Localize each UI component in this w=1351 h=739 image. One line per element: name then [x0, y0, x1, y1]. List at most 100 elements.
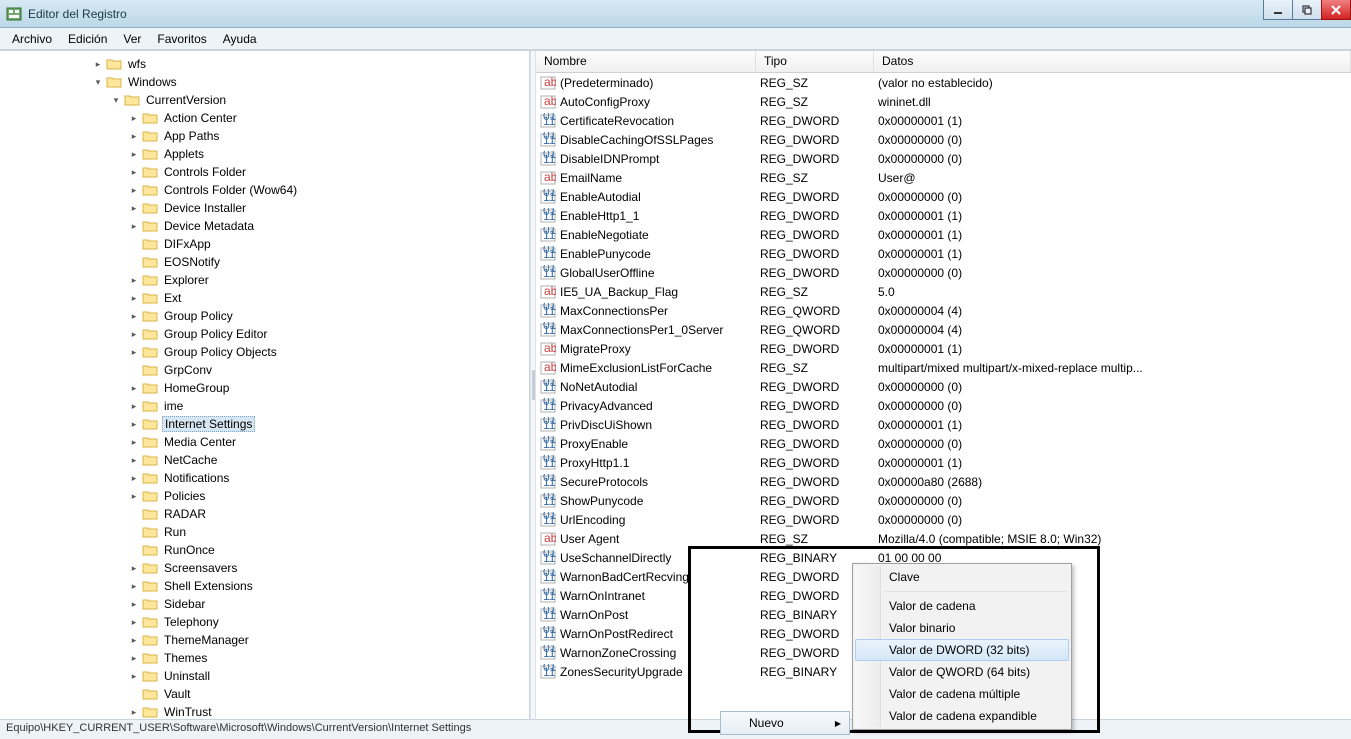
list-row[interactable]: 011110SecureProtocolsREG_DWORD0x00000a80… [536, 472, 1351, 491]
collapse-icon[interactable]: ▾ [108, 92, 124, 108]
tree-item[interactable]: ▸Group Policy [0, 307, 529, 325]
expand-icon[interactable]: ▸ [126, 632, 142, 648]
context-submenu-nuevo[interactable]: Nuevo ▶ [720, 711, 850, 735]
list-row[interactable]: abMimeExclusionListForCacheREG_SZmultipa… [536, 358, 1351, 377]
tree-item[interactable]: ▾CurrentVersion [0, 91, 529, 109]
expand-icon[interactable]: ▸ [126, 488, 142, 504]
tree-item[interactable]: ▸Run [0, 523, 529, 541]
tree-item[interactable]: ▸App Paths [0, 127, 529, 145]
expand-icon[interactable]: ▸ [126, 218, 142, 234]
tree-item[interactable]: ▸Explorer [0, 271, 529, 289]
tree-item[interactable]: ▸EOSNotify [0, 253, 529, 271]
expand-icon[interactable]: ▸ [126, 560, 142, 576]
expand-icon[interactable]: ▸ [126, 704, 142, 719]
tree-item[interactable]: ▸Sidebar [0, 595, 529, 613]
maximize-button[interactable] [1292, 0, 1322, 20]
tree-item[interactable]: ▸wfs [0, 55, 529, 73]
expand-icon[interactable]: ▸ [126, 182, 142, 198]
tree-item[interactable]: ▸DIFxApp [0, 235, 529, 253]
expand-icon[interactable]: ▸ [126, 164, 142, 180]
tree-item[interactable]: ▸Uninstall [0, 667, 529, 685]
tree-item[interactable]: ▸NetCache [0, 451, 529, 469]
list-row[interactable]: 011110NoNetAutodialREG_DWORD0x00000000 (… [536, 377, 1351, 396]
context-menu-item[interactable]: Valor de QWORD (64 bits) [855, 661, 1069, 683]
list-row[interactable]: 011110DisableIDNPromptREG_DWORD0x0000000… [536, 149, 1351, 168]
list-row[interactable]: 011110EnableNegotiateREG_DWORD0x00000001… [536, 225, 1351, 244]
tree-item[interactable]: ▸Controls Folder [0, 163, 529, 181]
tree-item[interactable]: ▸Device Installer [0, 199, 529, 217]
tree-item[interactable]: ▸Policies [0, 487, 529, 505]
menu-ver[interactable]: Ver [115, 30, 149, 48]
list-row[interactable]: 011110EnableAutodialREG_DWORD0x00000000 … [536, 187, 1351, 206]
expand-icon[interactable]: ▸ [126, 200, 142, 216]
expand-icon[interactable]: ▸ [126, 650, 142, 666]
tree-item[interactable]: ▸Applets [0, 145, 529, 163]
context-menu-item[interactable]: Valor binario [855, 617, 1069, 639]
expand-icon[interactable]: ▸ [126, 398, 142, 414]
context-menu[interactable]: ClaveValor de cadenaValor binarioValor d… [852, 563, 1072, 730]
context-menu-item[interactable]: Valor de DWORD (32 bits) [855, 639, 1069, 661]
expand-icon[interactable]: ▸ [126, 614, 142, 630]
expand-icon[interactable]: ▸ [126, 326, 142, 342]
tree-item[interactable]: ▸HomeGroup [0, 379, 529, 397]
list-row[interactable]: 011110UrlEncodingREG_DWORD0x00000000 (0) [536, 510, 1351, 529]
tree-item[interactable]: ▸Notifications [0, 469, 529, 487]
tree-panel[interactable]: ▸wfs▾Windows▾CurrentVersion▸Action Cente… [0, 51, 530, 719]
list-row[interactable]: 011110MaxConnectionsPer1_0ServerREG_QWOR… [536, 320, 1351, 339]
tree-item[interactable]: ▸RunOnce [0, 541, 529, 559]
tree-item[interactable]: ▸Themes [0, 649, 529, 667]
tree-item[interactable]: ▸Media Center [0, 433, 529, 451]
expand-icon[interactable]: ▸ [126, 380, 142, 396]
list-row[interactable]: abEmailNameREG_SZUser@ [536, 168, 1351, 187]
list-row[interactable]: 011110GlobalUserOfflineREG_DWORD0x000000… [536, 263, 1351, 282]
tree-item[interactable]: ▸ThemeManager [0, 631, 529, 649]
column-name[interactable]: Nombre [536, 51, 756, 72]
tree-item[interactable]: ▸Internet Settings [0, 415, 529, 433]
expand-icon[interactable]: ▸ [126, 470, 142, 486]
expand-icon[interactable]: ▸ [126, 578, 142, 594]
list-row[interactable]: 011110MaxConnectionsPerREG_QWORD0x000000… [536, 301, 1351, 320]
list-row[interactable]: 011110ProxyHttp1.1REG_DWORD0x00000001 (1… [536, 453, 1351, 472]
list-row[interactable]: 011110CertificateRevocationREG_DWORD0x00… [536, 111, 1351, 130]
tree-item[interactable]: ▸WinTrust [0, 703, 529, 719]
titlebar[interactable]: Editor del Registro [0, 0, 1351, 28]
tree-item[interactable]: ▸ime [0, 397, 529, 415]
context-menu-item[interactable]: Valor de cadena [855, 595, 1069, 617]
expand-icon[interactable]: ▸ [126, 344, 142, 360]
context-menu-item[interactable]: Valor de cadena múltiple [855, 683, 1069, 705]
list-row[interactable]: 011110PrivacyAdvancedREG_DWORD0x00000000… [536, 396, 1351, 415]
tree-item[interactable]: ▸Device Metadata [0, 217, 529, 235]
list-row[interactable]: abMigrateProxyREG_DWORD0x00000001 (1) [536, 339, 1351, 358]
list-row[interactable]: ab(Predeterminado)REG_SZ(valor no establ… [536, 73, 1351, 92]
list-row[interactable]: 011110ProxyEnableREG_DWORD0x00000000 (0) [536, 434, 1351, 453]
tree-item[interactable]: ▸Screensavers [0, 559, 529, 577]
tree-item[interactable]: ▸Group Policy Objects [0, 343, 529, 361]
expand-icon[interactable]: ▸ [126, 416, 142, 432]
expand-icon[interactable]: ▸ [126, 308, 142, 324]
menu-favoritos[interactable]: Favoritos [149, 30, 214, 48]
expand-icon[interactable]: ▸ [90, 56, 106, 72]
expand-icon[interactable]: ▸ [126, 128, 142, 144]
menu-ayuda[interactable]: Ayuda [215, 30, 265, 48]
list-row[interactable]: 011110ShowPunycodeREG_DWORD0x00000000 (0… [536, 491, 1351, 510]
context-menu-item[interactable]: Valor de cadena expandible [855, 705, 1069, 727]
list-row[interactable]: abIE5_UA_Backup_FlagREG_SZ5.0 [536, 282, 1351, 301]
list-row[interactable]: 011110EnableHttp1_1REG_DWORD0x00000001 (… [536, 206, 1351, 225]
tree-item[interactable]: ▸Action Center [0, 109, 529, 127]
tree-item[interactable]: ▸Telephony [0, 613, 529, 631]
expand-icon[interactable]: ▸ [126, 668, 142, 684]
expand-icon[interactable]: ▸ [126, 272, 142, 288]
collapse-icon[interactable]: ▾ [90, 74, 106, 90]
tree-item[interactable]: ▸Ext [0, 289, 529, 307]
minimize-button[interactable] [1263, 0, 1293, 20]
context-menu-item[interactable]: Clave [855, 566, 1069, 588]
expand-icon[interactable]: ▸ [126, 146, 142, 162]
expand-icon[interactable]: ▸ [126, 596, 142, 612]
column-data[interactable]: Datos [874, 51, 1351, 72]
list-row[interactable]: 011110DisableCachingOfSSLPagesREG_DWORD0… [536, 130, 1351, 149]
tree-item[interactable]: ▸Group Policy Editor [0, 325, 529, 343]
close-button[interactable] [1321, 0, 1351, 20]
expand-icon[interactable]: ▸ [126, 290, 142, 306]
expand-icon[interactable]: ▸ [126, 110, 142, 126]
menu-edicion[interactable]: Edición [60, 30, 115, 48]
